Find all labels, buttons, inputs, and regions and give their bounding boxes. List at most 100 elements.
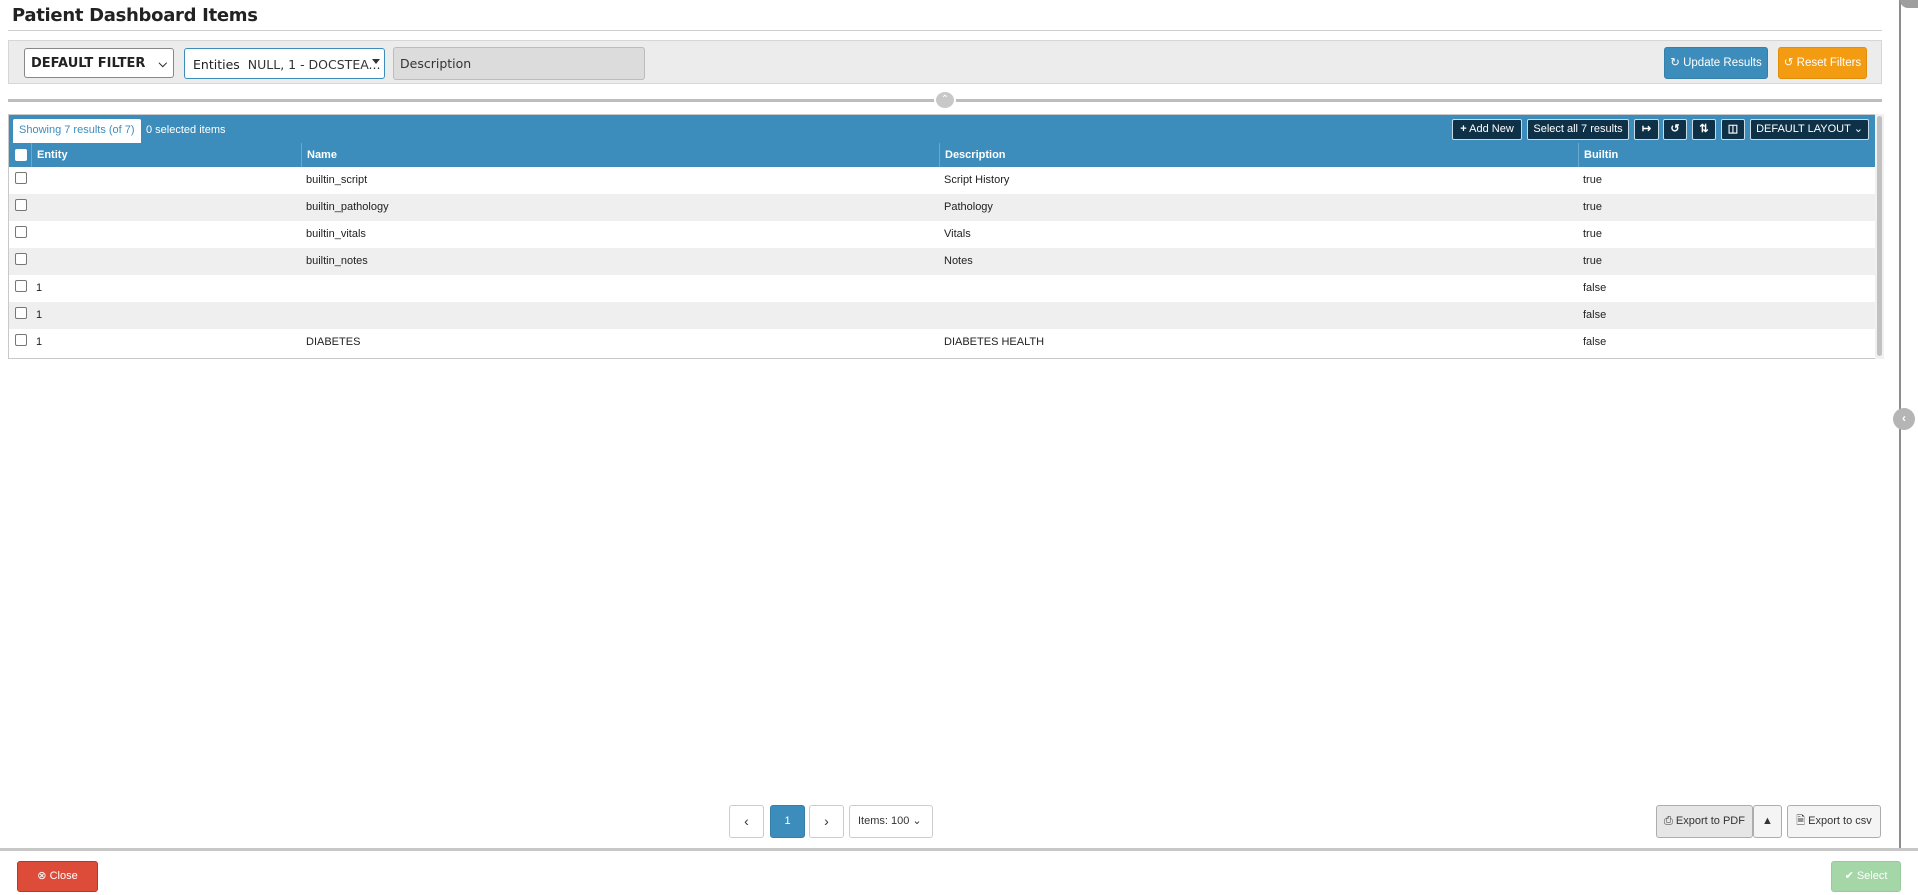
row-checkbox[interactable] [15, 226, 27, 238]
reset-filters-label: Reset Filters [1796, 57, 1862, 69]
row-checkbox[interactable] [15, 199, 27, 211]
table-row[interactable]: builtin_notes Notes true [9, 248, 1875, 275]
cell-name [301, 302, 306, 329]
page-1-button[interactable]: 1 [770, 805, 805, 838]
export-pdf-options-button[interactable]: ▲ [1753, 805, 1782, 838]
columns-icon: ◫ [1727, 123, 1739, 135]
table-row[interactable]: 1 DIABETES DIABETES HEALTH false [9, 329, 1875, 356]
close-button[interactable]: ⊗ Close [17, 861, 98, 892]
entities-value: NULL, 1 - DOCSTEA... [247, 57, 381, 72]
footer-divider [0, 848, 1918, 851]
cell-entity: 1 [36, 309, 43, 321]
row-checkbox[interactable] [15, 280, 27, 292]
cell-builtin: true [1583, 255, 1602, 267]
update-results-button[interactable]: ↻ Update Results [1664, 47, 1768, 79]
cell-name: builtin_vitals [306, 228, 366, 240]
csv-file-icon: 🗎 [1796, 815, 1806, 827]
chevron-right-icon: › [824, 813, 829, 829]
results-grid: Showing 7 results (of 7) 0 selected item… [8, 114, 1883, 359]
close-label: Close [49, 870, 78, 882]
side-panel-toggle[interactable]: ‹ [1893, 408, 1915, 430]
undo-icon: ↺ [1783, 57, 1794, 69]
cell-description: DIABETES HEALTH [944, 336, 1045, 348]
refresh-icon: ↻ [1670, 57, 1680, 69]
table-row[interactable]: 1 false [9, 275, 1875, 302]
cell-entity: 1 [36, 282, 43, 294]
fit-columns-button[interactable]: ↦ [1634, 119, 1659, 140]
table-row[interactable]: builtin_pathology Pathology true [9, 194, 1875, 221]
default-layout-dropdown[interactable]: DEFAULT LAYOUT ⌄ [1750, 119, 1869, 140]
add-new-button[interactable]: + Add New [1452, 119, 1522, 140]
filter-select[interactable]: DEFAULT FILTER ⌵ [24, 48, 174, 78]
reset-filters-button[interactable]: ↺ Reset Filters [1778, 47, 1867, 79]
caret-up-icon: ▲ [1762, 815, 1773, 827]
cell-builtin: true [1583, 228, 1602, 240]
add-new-label: Add New [1469, 123, 1514, 135]
description-filter-input[interactable]: Description [393, 47, 645, 80]
grid-toolbar: Showing 7 results (of 7) 0 selected item… [9, 115, 1882, 143]
title-divider [8, 30, 1882, 31]
filter-select-value: DEFAULT FILTER [31, 56, 146, 71]
caret-down-icon [372, 59, 380, 64]
row-checkbox[interactable] [15, 334, 27, 346]
cell-description [939, 275, 944, 302]
cell-entity: 1 [36, 336, 43, 348]
items-per-page-select[interactable]: Items: 100 ⌄ [849, 805, 933, 838]
grid-scrollbar-thumb[interactable] [1877, 116, 1882, 356]
chevron-down-icon: ⌄ [912, 815, 922, 827]
grid-scrollbar[interactable] [1875, 114, 1884, 359]
chevron-down-icon: ⌵ [158, 57, 167, 70]
column-header-name[interactable]: Name [301, 143, 939, 167]
column-header-builtin[interactable]: Builtin [1578, 143, 1875, 167]
cell-builtin: true [1583, 201, 1602, 213]
items-per-page-value: Items: 100 [858, 815, 910, 827]
select-button[interactable]: ✔ Select [1831, 861, 1901, 892]
sort-icon: ⇅ [1699, 123, 1709, 135]
entities-label: Entities [193, 57, 240, 72]
grid-header-row: Entity Name Description Builtin [9, 143, 1875, 167]
plus-icon: + [1460, 123, 1467, 135]
row-checkbox[interactable] [15, 253, 27, 265]
selected-items-count: 0 selected items [146, 124, 226, 136]
default-layout-label: DEFAULT LAYOUT [1756, 123, 1851, 135]
row-checkbox[interactable] [15, 307, 27, 319]
columns-button[interactable]: ◫ [1721, 119, 1745, 140]
row-checkbox[interactable] [15, 172, 27, 184]
export-pdf-button[interactable]: ⎙ Export to PDF [1656, 805, 1753, 838]
cell-entity [31, 221, 36, 248]
cell-description: Notes [944, 255, 973, 267]
export-csv-button[interactable]: 🗎 Export to csv [1787, 805, 1881, 838]
column-header-entity[interactable]: Entity [31, 143, 301, 167]
entities-filter[interactable]: Entities NULL, 1 - DOCSTEA... [184, 48, 385, 79]
sort-button[interactable]: ⇅ [1692, 119, 1716, 140]
chevron-left-icon: ‹ [744, 813, 749, 829]
cell-name [301, 275, 306, 302]
select-all-button[interactable]: Select all 7 results [1527, 119, 1629, 140]
chevron-down-icon: ⌄ [1853, 123, 1863, 135]
reset-layout-button[interactable]: ↺ [1663, 119, 1687, 140]
page-title: Patient Dashboard Items [12, 5, 258, 26]
export-csv-label: Export to csv [1808, 815, 1872, 827]
table-row[interactable]: 1 false [9, 302, 1875, 329]
cell-description: Pathology [944, 201, 993, 213]
select-all-checkbox[interactable] [15, 149, 27, 161]
cell-description [939, 302, 944, 329]
corner-shadow [1900, 0, 1918, 8]
cell-name: builtin_pathology [306, 201, 389, 213]
next-page-button[interactable]: › [809, 805, 844, 838]
update-results-label: Update Results [1683, 57, 1762, 69]
showing-results-tab[interactable]: Showing 7 results (of 7) [13, 119, 141, 143]
times-circle-icon: ⊗ [37, 870, 47, 882]
table-row[interactable]: builtin_vitals Vitals true [9, 221, 1875, 248]
cell-name: builtin_notes [306, 255, 368, 267]
table-row[interactable]: builtin_script Script History true [9, 167, 1875, 194]
previous-page-button[interactable]: ‹ [729, 805, 764, 838]
cell-entity [31, 167, 36, 194]
column-header-description[interactable]: Description [939, 143, 1578, 167]
cell-builtin: true [1583, 174, 1602, 186]
cell-builtin: false [1583, 336, 1607, 348]
check-circle-icon: ✔ [1844, 870, 1854, 882]
cell-description: Vitals [944, 228, 971, 240]
cell-entity [31, 248, 36, 275]
collapse-filters-toggle[interactable]: ⌃ [934, 90, 956, 110]
